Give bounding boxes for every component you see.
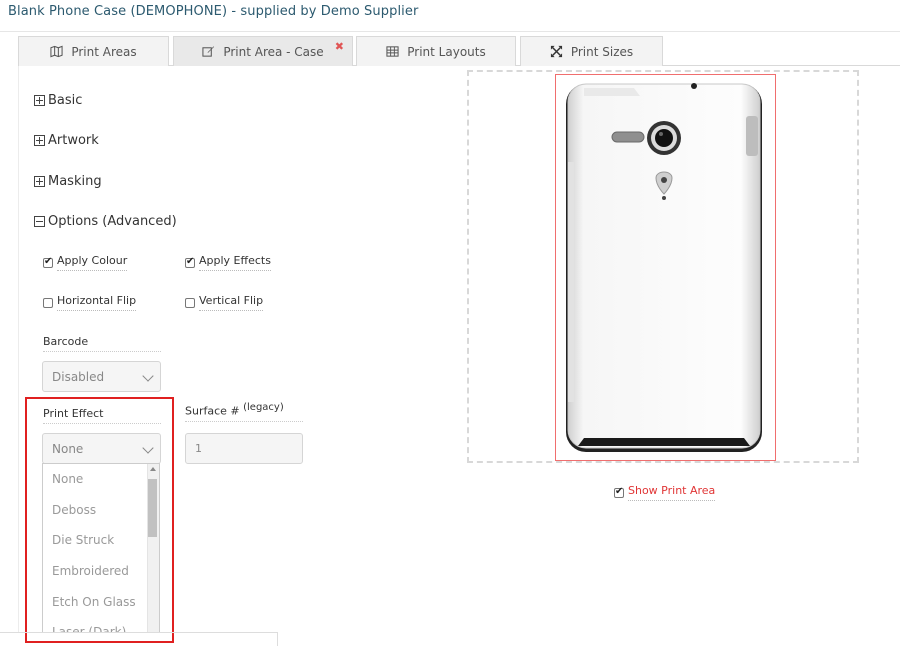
barcode-select[interactable]: Disabled bbox=[42, 361, 161, 392]
show-print-area-checkbox[interactable]: Show Print Area bbox=[614, 484, 716, 501]
select-value: Disabled bbox=[52, 369, 105, 384]
expand-icon bbox=[34, 135, 45, 146]
section-artwork[interactable]: Artwork bbox=[34, 133, 99, 148]
expand-icon bbox=[34, 176, 45, 187]
close-icon[interactable]: ✖ bbox=[335, 40, 344, 53]
tab-print-layouts[interactable]: Print Layouts bbox=[356, 36, 516, 66]
title-divider bbox=[0, 31, 900, 32]
print-effect-dropdown-list[interactable]: None Deboss Die Struck Embroidered Etch … bbox=[42, 463, 160, 633]
dropdown-option[interactable]: Die Struck bbox=[43, 525, 159, 556]
checkbox-label: Vertical Flip bbox=[199, 294, 264, 311]
section-label: Masking bbox=[48, 174, 102, 189]
footer-edge bbox=[0, 632, 278, 646]
page-title: Blank Phone Case (DEMOPHONE) - supplied … bbox=[8, 4, 419, 19]
tab-label: Print Area - Case bbox=[223, 44, 324, 59]
dropdown-option[interactable]: None bbox=[43, 464, 159, 495]
checkbox-unchecked[interactable] bbox=[185, 297, 195, 308]
table-icon bbox=[386, 46, 399, 57]
checkbox-unchecked[interactable] bbox=[43, 297, 53, 308]
edit-icon bbox=[202, 46, 215, 57]
section-basic[interactable]: Basic bbox=[34, 93, 82, 108]
tab-print-areas[interactable]: Print Areas bbox=[18, 36, 169, 66]
chevron-down-icon bbox=[142, 442, 154, 454]
scrollbar-thumb[interactable] bbox=[148, 479, 157, 537]
print-effect-label: Print Effect bbox=[43, 407, 161, 424]
horizontal-flip-checkbox[interactable]: Horizontal Flip bbox=[43, 294, 137, 311]
section-label: Basic bbox=[48, 93, 83, 108]
dropdown-option[interactable]: Laser (Dark) bbox=[43, 617, 159, 632]
print-effect-select[interactable]: None bbox=[42, 433, 161, 464]
tab-print-sizes[interactable]: Print Sizes bbox=[520, 36, 663, 66]
surface-legacy-note: (legacy) bbox=[243, 402, 284, 413]
checkbox-label: Apply Colour bbox=[57, 254, 128, 271]
expand-icon bbox=[34, 95, 45, 106]
apply-effects-checkbox[interactable]: Apply Effects bbox=[185, 254, 271, 271]
tab-bar: Print Areas Print Area - Case ✖ Print La… bbox=[18, 36, 900, 66]
select-value: None bbox=[52, 441, 84, 456]
section-label: Artwork bbox=[48, 133, 99, 148]
apply-colour-checkbox[interactable]: Apply Colour bbox=[43, 254, 128, 271]
collapse-icon bbox=[34, 216, 45, 227]
surface-label: Surface # (legacy) bbox=[185, 402, 303, 422]
surface-label-text: Surface # bbox=[185, 404, 240, 418]
checkbox-checked[interactable] bbox=[185, 256, 195, 268]
input-value: 1 bbox=[195, 442, 202, 455]
scroll-up-icon[interactable] bbox=[150, 467, 156, 471]
dropdown-option[interactable]: Embroidered bbox=[43, 556, 159, 587]
vertical-flip-checkbox[interactable]: Vertical Flip bbox=[185, 294, 264, 311]
checkbox-checked[interactable] bbox=[614, 486, 624, 498]
dropdown-option[interactable]: Etch On Glass bbox=[43, 586, 159, 617]
surface-input[interactable]: 1 bbox=[185, 433, 303, 464]
section-options-advanced[interactable]: Options (Advanced) bbox=[34, 214, 177, 229]
checkbox-checked[interactable] bbox=[43, 256, 53, 268]
print-area-boundary[interactable] bbox=[555, 74, 776, 461]
checkbox-label: Show Print Area bbox=[628, 484, 716, 501]
checkbox-label: Horizontal Flip bbox=[57, 294, 137, 311]
panel-border bbox=[18, 66, 19, 632]
chevron-down-icon bbox=[142, 370, 154, 382]
resize-icon bbox=[550, 45, 562, 58]
tab-print-area-case[interactable]: Print Area - Case ✖ bbox=[173, 36, 353, 66]
barcode-label: Barcode bbox=[43, 335, 161, 352]
tab-label: Print Sizes bbox=[570, 44, 634, 59]
dropdown-option[interactable]: Deboss bbox=[43, 495, 159, 526]
section-masking[interactable]: Masking bbox=[34, 174, 102, 189]
map-icon bbox=[50, 45, 63, 58]
checkbox-wrapper bbox=[614, 486, 624, 498]
dropdown-scrollbar[interactable] bbox=[147, 464, 159, 632]
tab-label: Print Layouts bbox=[407, 44, 486, 59]
tab-label: Print Areas bbox=[71, 44, 137, 59]
section-label: Options (Advanced) bbox=[48, 214, 177, 229]
checkbox-label: Apply Effects bbox=[199, 254, 271, 271]
